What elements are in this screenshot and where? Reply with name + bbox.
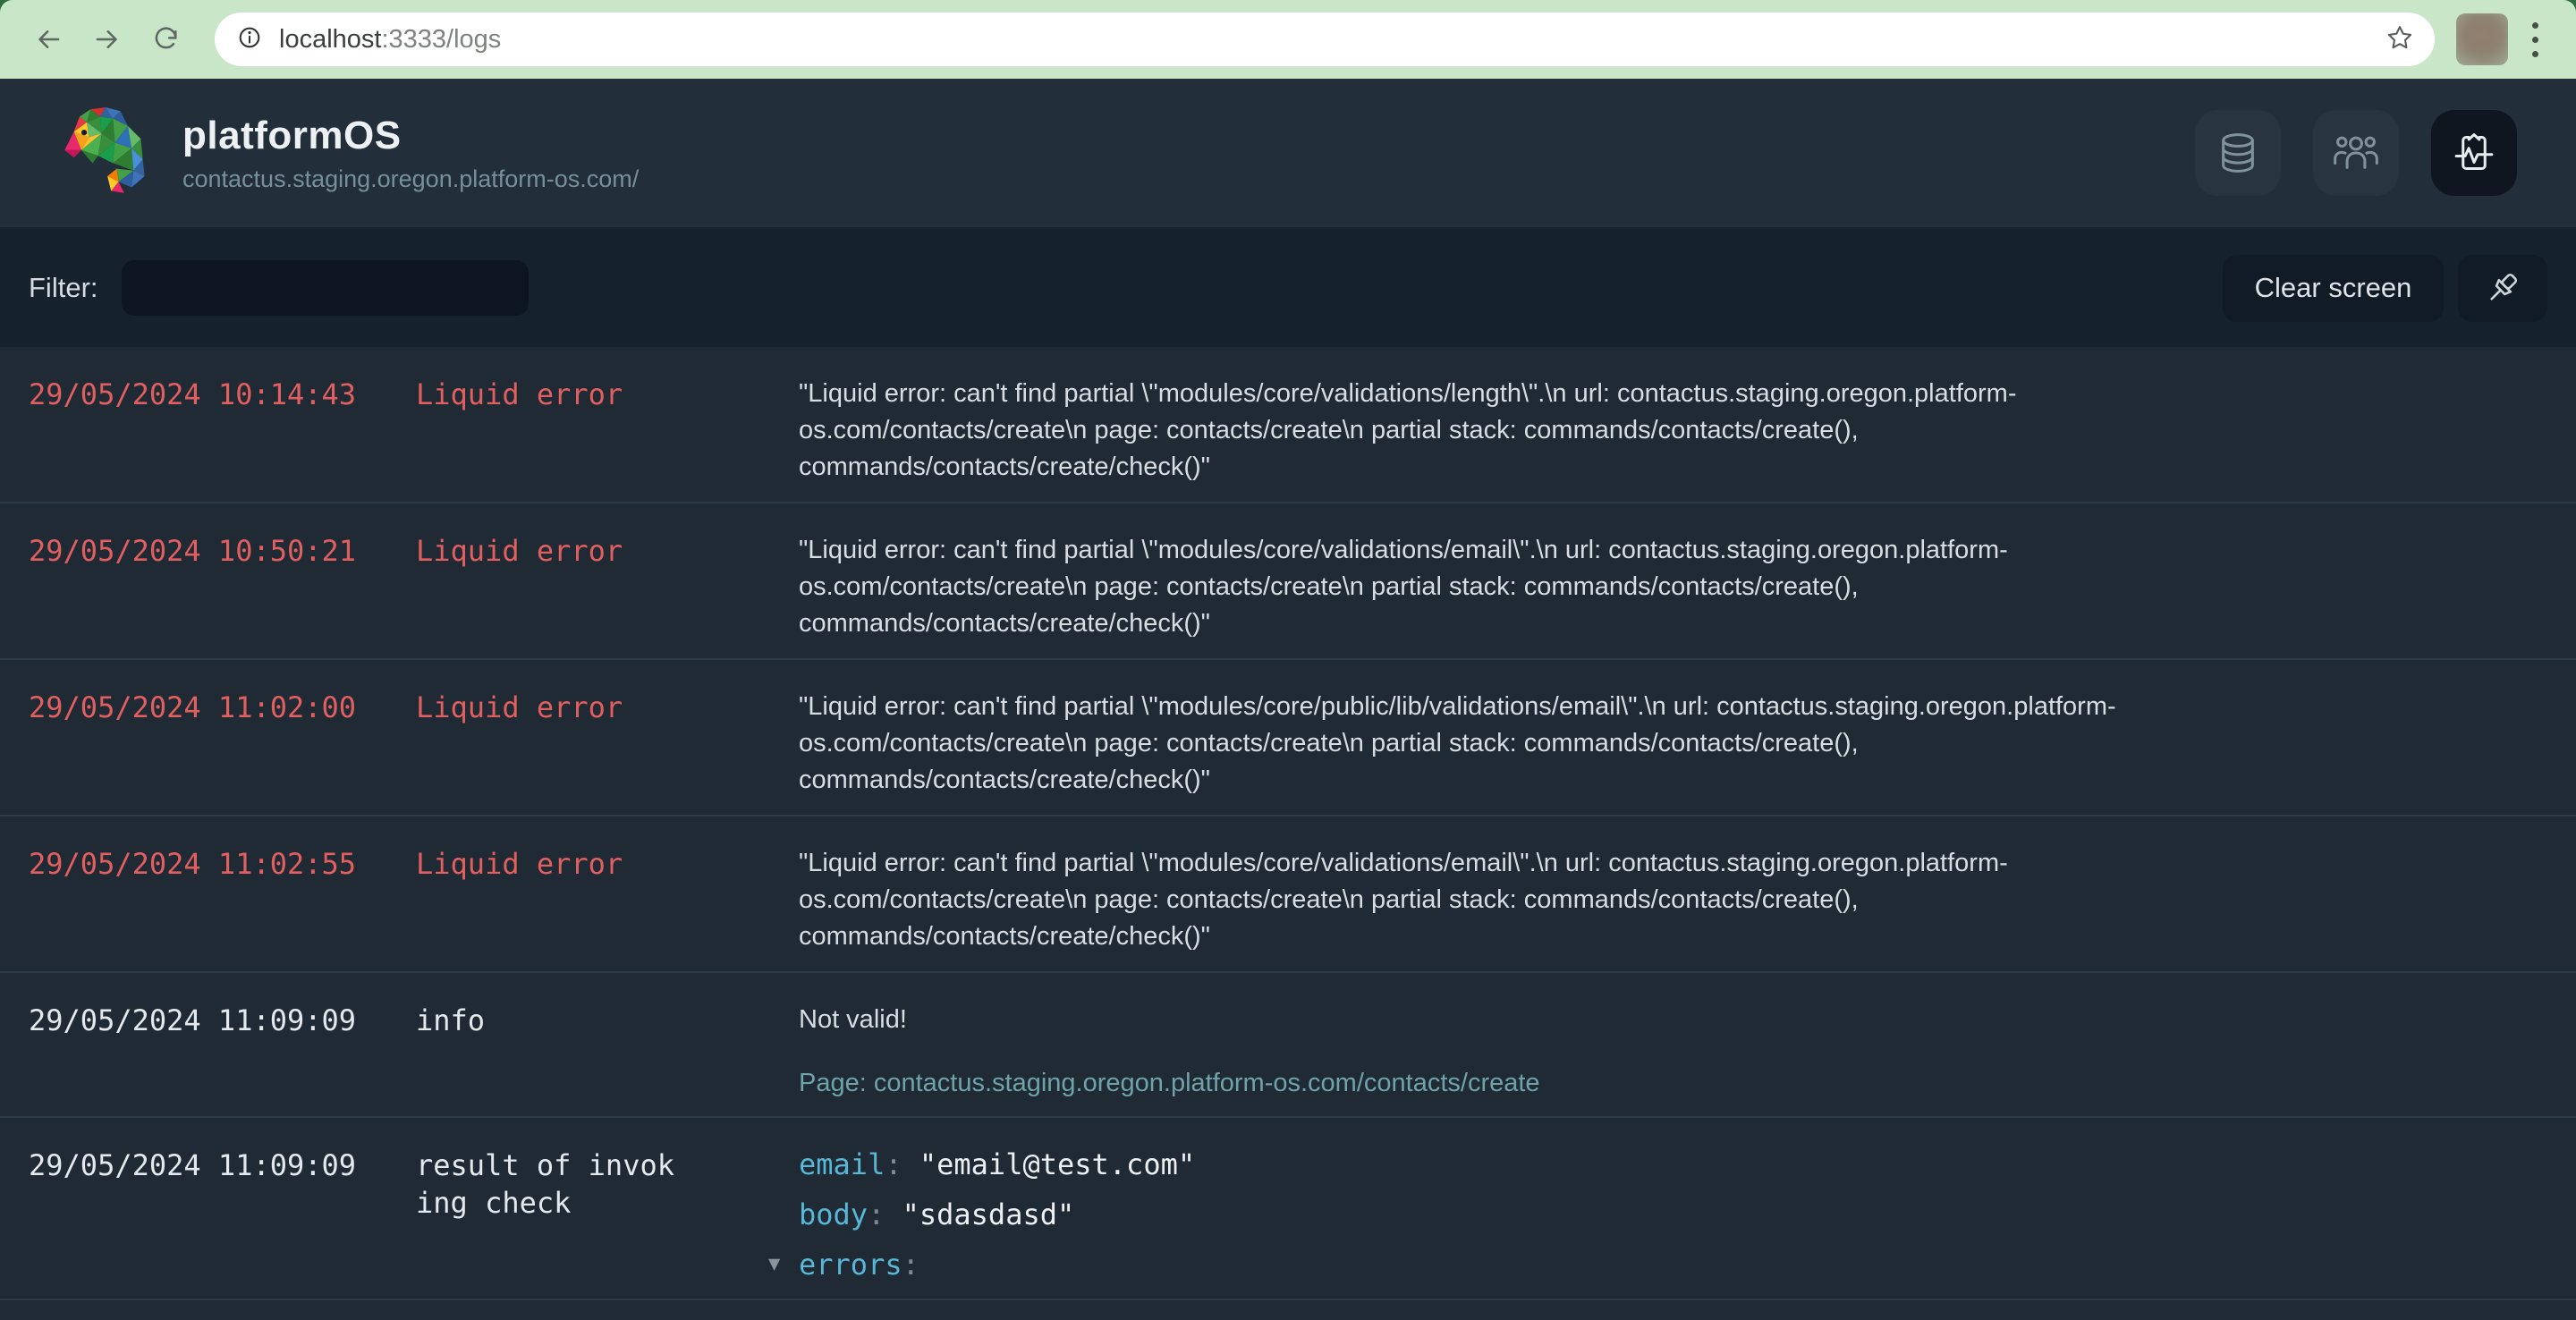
reload-button[interactable] <box>141 14 191 64</box>
log-row: 29/05/2024 10:50:21 Liquid error "Liquid… <box>0 503 2576 660</box>
filter-label: Filter: <box>29 272 98 303</box>
users-icon <box>2334 136 2378 169</box>
app-header: platformOS contactus.staging.oregon.plat… <box>0 79 2576 229</box>
clear-screen-button[interactable]: Clear screen <box>2223 254 2444 322</box>
log-json-entry: email: "email@test.com" <box>799 1147 2241 1182</box>
url-text: localhost:3333/logs <box>279 24 502 54</box>
log-level: Liquid error <box>416 534 623 568</box>
forward-button[interactable] <box>82 14 132 64</box>
brand-block: platformOS contactus.staging.oregon.plat… <box>182 114 639 193</box>
log-message: "Liquid error: can't find partial \"modu… <box>799 532 2241 642</box>
log-level: Liquid error <box>416 690 623 724</box>
json-key: body <box>799 1197 869 1231</box>
log-message-text: "Liquid error: can't find partial \"modu… <box>799 379 2017 481</box>
log-message: Not valid! Page: contactus.staging.oregon… <box>799 1002 2241 1100</box>
json-value: "sdasdasd" <box>902 1197 1075 1231</box>
bookmark-star-icon[interactable] <box>2383 21 2417 59</box>
back-button[interactable] <box>23 14 73 64</box>
log-row: 29/05/2024 10:14:43 Liquid error "Liquid… <box>0 347 2576 503</box>
log-level: Liquid error <box>416 847 623 881</box>
instance-url: contactus.staging.oregon.platform-os.com… <box>182 165 640 192</box>
log-row: 29/05/2024 11:02:00 Liquid error "Liquid… <box>0 660 2576 817</box>
json-value: "email@test.com" <box>919 1147 1196 1181</box>
log-json-tree-node[interactable]: ▼ errors: <box>768 1247 2241 1282</box>
log-time: 29/05/2024 11:09:09 <box>29 1003 357 1037</box>
log-page-link[interactable]: Page: contactus.staging.oregon.platform-… <box>799 1066 2241 1100</box>
tree-expand-caret-icon[interactable]: ▼ <box>768 1247 799 1282</box>
json-colon: : <box>885 1147 919 1181</box>
log-time: 29/05/2024 10:50:21 <box>29 534 357 568</box>
profile-avatar[interactable] <box>2456 13 2508 65</box>
json-key: errors <box>799 1248 902 1282</box>
avatar-image <box>2456 13 2508 65</box>
log-row: 29/05/2024 11:09:09 result of invoking c… <box>0 1118 2576 1300</box>
toolbar-actions: Clear screen <box>2223 254 2547 322</box>
address-bar[interactable]: localhost:3333/logs <box>215 13 2435 66</box>
json-colon: : <box>902 1248 919 1282</box>
logs-toolbar: Filter: Clear screen <box>0 229 2576 347</box>
platformos-chameleon-logo <box>64 107 145 193</box>
log-time: 29/05/2024 11:09:09 <box>29 1148 357 1182</box>
header-actions <box>2195 110 2517 196</box>
logs-button[interactable] <box>2431 110 2517 196</box>
back-arrow-icon <box>38 30 60 48</box>
log-message: "Liquid error: can't find partial \"modu… <box>799 376 2241 486</box>
log-table: 29/05/2024 10:14:43 Liquid error "Liquid… <box>0 347 2576 1320</box>
log-time: 29/05/2024 11:02:00 <box>29 690 357 724</box>
site-info-icon[interactable] <box>233 21 267 59</box>
filter-input[interactable] <box>121 260 529 316</box>
log-time: 29/05/2024 10:14:43 <box>29 377 357 411</box>
pushpin-icon <box>2490 273 2518 300</box>
log-time: 29/05/2024 11:02:55 <box>29 847 357 881</box>
logs-activity-icon <box>2454 133 2494 171</box>
users-button[interactable] <box>2313 110 2399 196</box>
log-message-text: "Liquid error: can't find partial \"modu… <box>799 536 2008 638</box>
log-message-text: "Liquid error: can't find partial \"modu… <box>799 849 2008 951</box>
database-button[interactable] <box>2195 110 2281 196</box>
log-message: email: "email@test.com" body: "sdasdasd" ▼… <box>768 1147 2241 1282</box>
json-colon: : <box>868 1197 902 1231</box>
forward-arrow-icon <box>96 30 117 48</box>
log-level: info <box>416 1003 486 1037</box>
log-message-text: Not valid! <box>799 1005 907 1034</box>
json-key: email <box>799 1147 886 1181</box>
platformos-gui: platformOS contactus.staging.oregon.plat… <box>0 79 2576 1320</box>
database-icon <box>2222 133 2254 173</box>
log-level: Liquid error <box>416 377 623 411</box>
log-json-entry: body: "sdasdasd" <box>799 1197 2241 1232</box>
brand-name: platformOS <box>182 113 402 157</box>
log-row: 29/05/2024 11:02:55 Liquid error "Liquid… <box>0 817 2576 973</box>
reload-icon <box>155 27 177 49</box>
browser-chrome: localhost:3333/logs <box>0 0 2576 79</box>
log-level: result of invoking check <box>416 1148 674 1220</box>
log-message: "Liquid error: can't find partial \"modu… <box>799 689 2241 799</box>
log-message-text: "Liquid error: can't find partial \"modu… <box>799 692 2116 794</box>
pin-button[interactable] <box>2458 254 2547 322</box>
browser-menu-button[interactable] <box>2517 14 2553 64</box>
log-row: 29/05/2024 11:09:09 info Not valid! Page:… <box>0 973 2576 1118</box>
log-message: "Liquid error: can't find partial \"modu… <box>799 845 2241 955</box>
